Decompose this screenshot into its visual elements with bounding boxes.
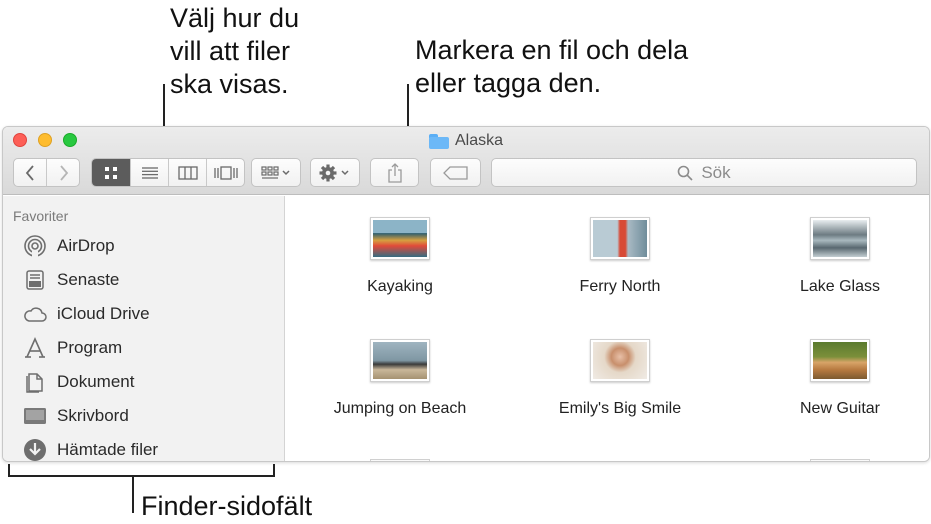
file-thumbnail	[590, 339, 650, 382]
sidebar-item-icloud-drive[interactable]: iCloud Drive	[23, 299, 150, 329]
tag-button[interactable]	[430, 158, 481, 187]
file-item-emilys-big-smile[interactable]: Emily's Big Smile	[510, 339, 730, 418]
finder-window: Alaska Sök Favoriter AirDrop Senaste iCl…	[2, 126, 930, 462]
tag-icon	[442, 165, 468, 180]
file-item-lake-glass[interactable]: Lake Glass	[730, 217, 929, 296]
share-button[interactable]	[370, 158, 419, 187]
search-placeholder: Sök	[701, 162, 731, 182]
sidebar-item-program[interactable]: Program	[23, 333, 122, 363]
column-view-icon	[177, 165, 198, 180]
file-thumbnail	[370, 217, 430, 260]
view-mode-control	[91, 158, 245, 187]
sidebar-item-dokument[interactable]: Dokument	[23, 367, 134, 397]
callout-view-line-1: Välj hur du	[170, 3, 300, 33]
sidebar-item-hamtade-filer[interactable]: Hämtade filer	[23, 435, 159, 461]
file-thumbnail	[370, 339, 430, 382]
callout-share-tag: Markera en fil och dela eller tagga den.	[415, 34, 688, 100]
file-item-jumping-on-beach[interactable]: Jumping on Beach	[290, 339, 510, 418]
window-title-text: Alaska	[455, 132, 504, 149]
sidebar-item-skrivbord[interactable]: Skrivbord	[23, 401, 129, 431]
title-toolbar: Alaska Sök	[3, 127, 929, 195]
zoom-window-button[interactable]	[63, 133, 77, 147]
close-window-button[interactable]	[13, 133, 27, 147]
airdrop-icon	[23, 234, 47, 258]
file-name: Ferry North	[579, 278, 661, 295]
file-thumbnail	[810, 217, 870, 260]
applications-icon	[23, 336, 47, 360]
file-item-partial	[810, 459, 870, 461]
file-grid: Kayaking Ferry North Lake Glass Jumping …	[286, 196, 929, 461]
icon-view-icon	[105, 166, 117, 179]
group-button[interactable]	[251, 158, 301, 187]
callout-share-line-2: eller tagga den.	[415, 68, 602, 98]
callout-view-line-3: ska visas.	[170, 69, 289, 99]
desktop-icon	[23, 404, 47, 428]
minimize-window-button[interactable]	[38, 133, 52, 147]
callout-view-line-2: vill att filer	[170, 36, 291, 66]
chevron-right-icon	[59, 164, 68, 181]
sidebar-item-label: iCloud Drive	[57, 304, 150, 323]
sidebar-item-label: Senaste	[57, 270, 120, 289]
action-button[interactable]	[310, 158, 360, 187]
search-icon	[678, 165, 693, 181]
recents-icon	[23, 268, 47, 292]
finder-annotated-screenshot: Välj hur du vill att filer ska visas. Ma…	[0, 0, 931, 524]
forward-button[interactable]	[47, 159, 80, 186]
sidebar-item-label: Skrivbord	[57, 406, 129, 425]
downloads-icon	[23, 438, 47, 461]
folder-icon	[429, 133, 449, 149]
sidebar-item-label: Dokument	[57, 372, 135, 391]
list-view-icon	[141, 166, 158, 179]
column-view-button[interactable]	[169, 159, 207, 186]
search-field[interactable]: Sök	[491, 158, 917, 187]
file-name: Jumping on Beach	[333, 400, 467, 417]
callout-sidebar-leader	[132, 475, 134, 513]
callout-sidebar-bracket	[8, 475, 275, 477]
list-view-button[interactable]	[131, 159, 169, 186]
sidebar-item-airdrop[interactable]: AirDrop	[23, 231, 115, 261]
sidebar-item-label: Hämtade filer	[57, 440, 159, 459]
icon-view-button[interactable]	[92, 159, 131, 186]
share-icon	[387, 162, 402, 183]
finder-sidebar: Favoriter AirDrop Senaste iCloud Drive P…	[3, 196, 285, 461]
window-title: Alaska	[429, 131, 503, 151]
file-name: Emily's Big Smile	[558, 400, 682, 417]
file-item-partial	[370, 459, 430, 461]
chevron-left-icon	[25, 164, 34, 181]
callout-view-options: Välj hur du vill att filer ska visas.	[170, 2, 299, 101]
file-item-ferry-north[interactable]: Ferry North	[510, 217, 730, 296]
documents-icon	[23, 370, 47, 394]
gallery-view-icon	[214, 165, 238, 180]
gallery-view-button[interactable]	[207, 159, 245, 186]
file-thumbnail	[810, 339, 870, 382]
file-item-kayaking[interactable]: Kayaking	[290, 217, 510, 296]
file-name: Lake Glass	[799, 278, 881, 295]
file-thumbnail	[590, 217, 650, 260]
sidebar-item-label: AirDrop	[57, 236, 115, 255]
group-icon	[261, 165, 290, 179]
sidebar-item-label: Program	[57, 338, 123, 357]
back-button[interactable]	[14, 159, 47, 186]
file-name: New Guitar	[799, 400, 881, 417]
sidebar-item-senaste[interactable]: Senaste	[23, 265, 119, 295]
sidebar-heading: Favoriter	[13, 208, 69, 224]
navigation-buttons	[13, 158, 80, 187]
callout-sidebar: Finder-sidofält	[141, 491, 313, 521]
file-item-new-guitar[interactable]: New Guitar	[730, 339, 929, 418]
file-name: Kayaking	[367, 278, 433, 295]
callout-share-line-1: Markera en fil och dela	[415, 35, 689, 65]
cloud-icon	[23, 302, 47, 326]
gear-icon	[319, 164, 349, 181]
